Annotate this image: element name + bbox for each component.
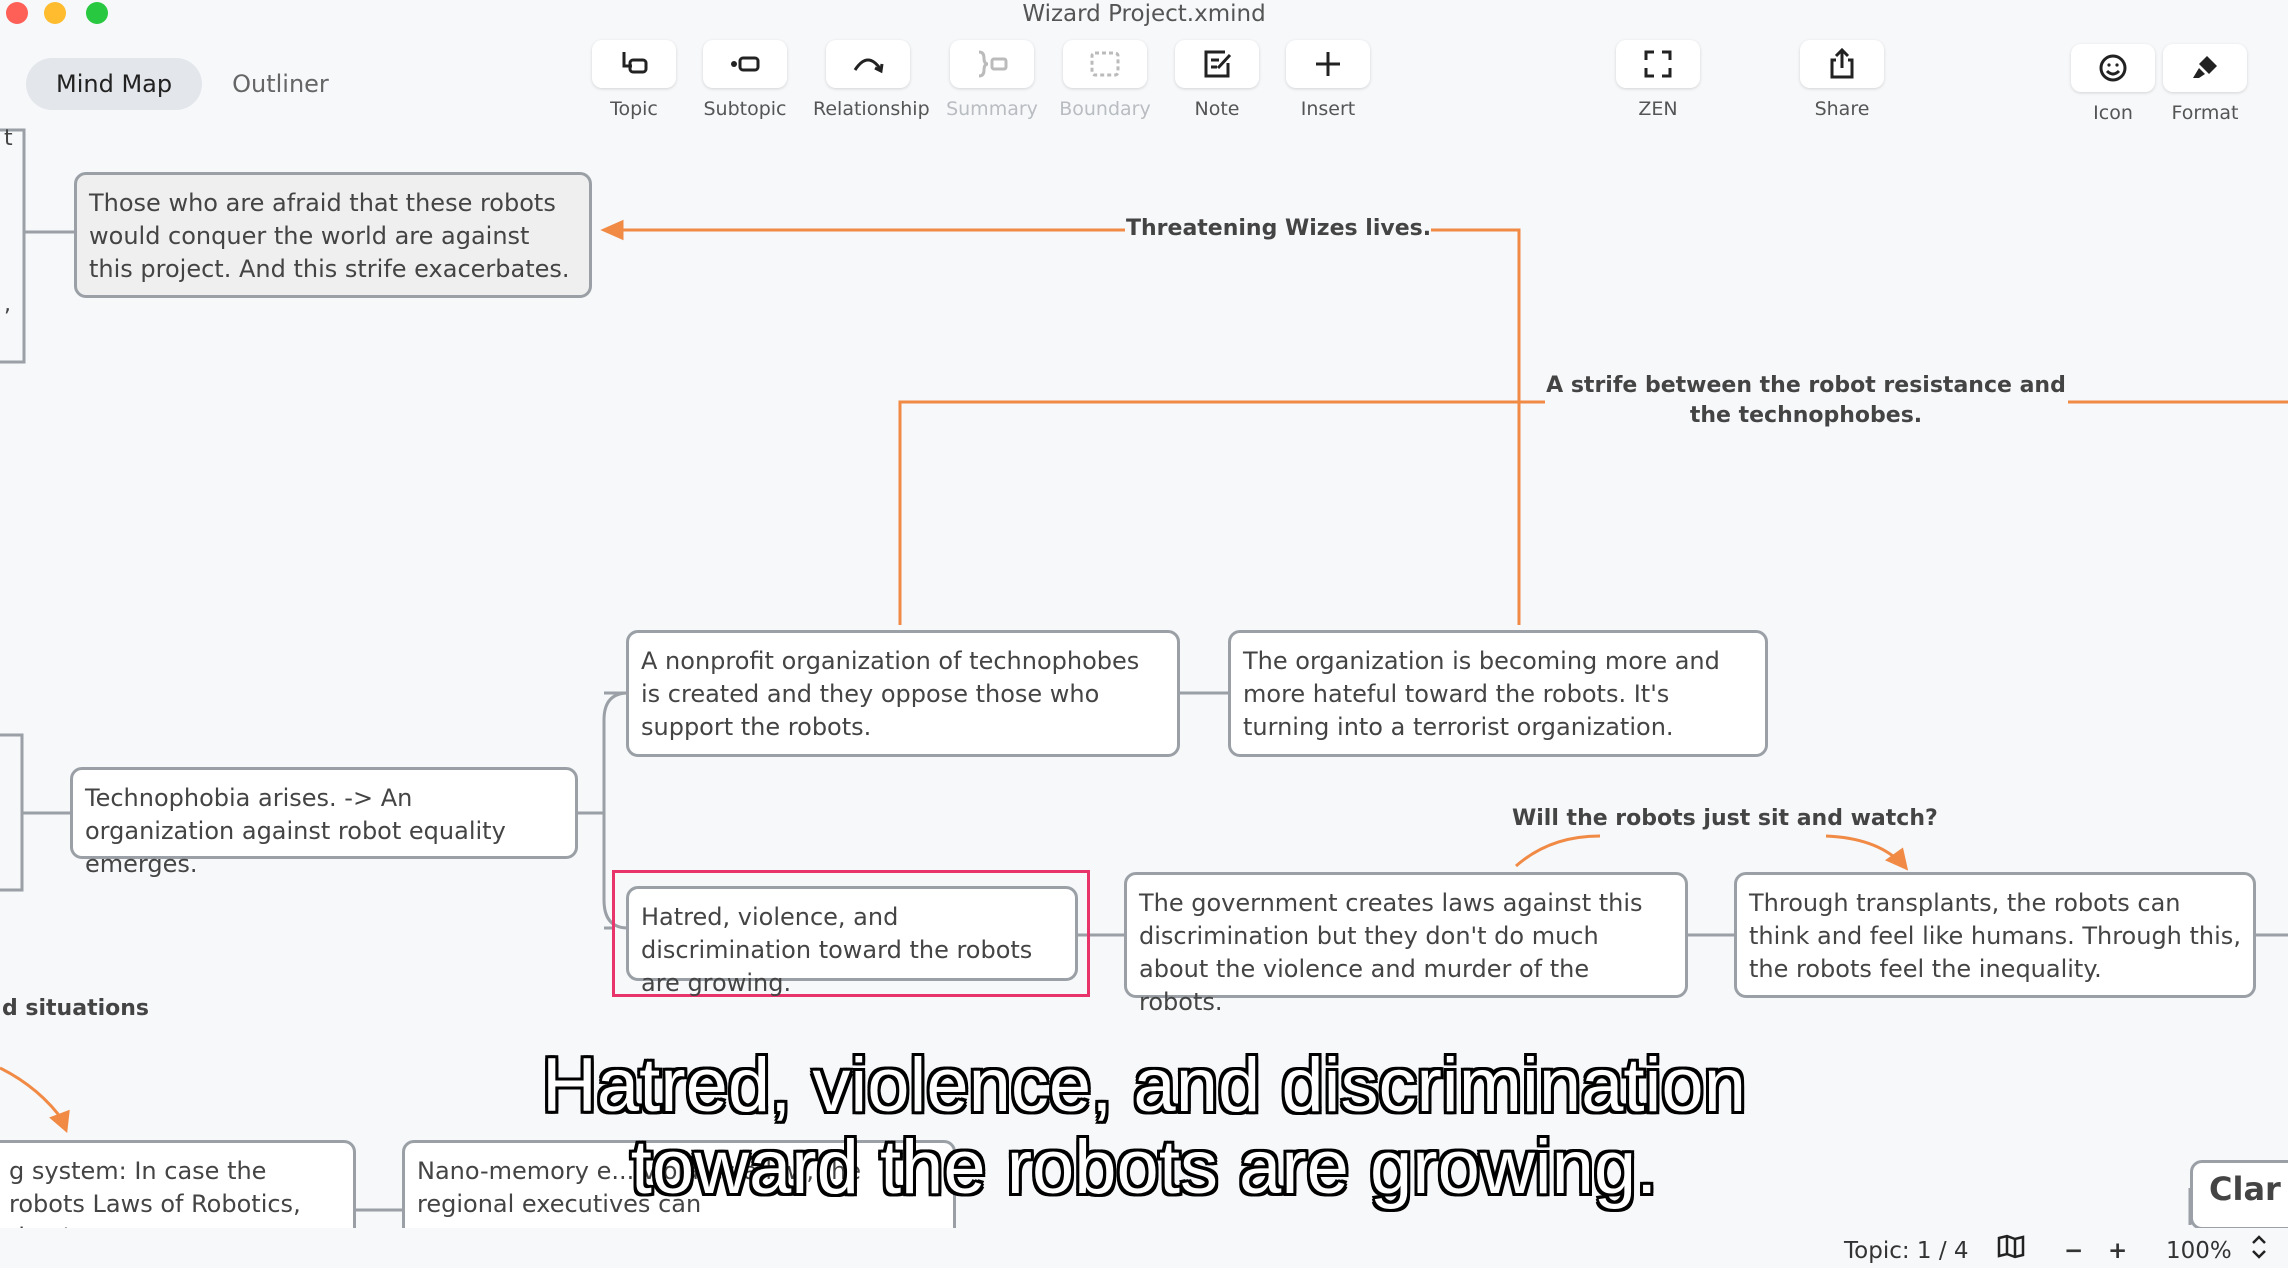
plus-icon — [1316, 52, 1340, 76]
topic-organization[interactable]: The organization is becoming more and mo… — [1228, 630, 1768, 757]
zoom-level[interactable]: 100% — [2166, 1238, 2232, 1264]
parent-branch-mid — [0, 733, 24, 892]
format-panel-button[interactable]: Format — [2150, 44, 2260, 124]
zen-button[interactable]: ZEN — [1603, 40, 1713, 120]
relationship-situations-label[interactable]: d situations — [2, 994, 149, 1024]
subtopic-icon — [731, 56, 760, 72]
edge-fragment-comma: , — [4, 292, 11, 317]
summary-icon — [978, 50, 1008, 78]
boundary-label: Boundary — [1059, 98, 1151, 120]
brush-icon — [2193, 56, 2217, 78]
zoom-stepper-icon[interactable] — [2250, 1232, 2268, 1268]
status-bar: Topic: 1 / 4 − + 100% — [0, 1228, 2288, 1265]
relationship-will-robots-line — [1515, 834, 1601, 868]
relationship-strife-line — [898, 400, 1545, 625]
topic-technophobia[interactable]: Technophobia arises. -> An organization … — [70, 767, 578, 878]
topic-transplants[interactable]: Through transplants, the robots can thin… — [1734, 872, 2256, 998]
fullscreen-icon — [1644, 50, 1672, 78]
topic-hatred[interactable]: Hatred, violence, and discrimination tow… — [626, 886, 1078, 997]
topic-button[interactable]: Topic — [579, 40, 689, 120]
subtitle-line-1: Hatred, violence, and discrimination — [542, 1043, 1746, 1128]
relationship-arrowhead-right — [1884, 847, 1909, 871]
zoom-in-button[interactable]: + — [2108, 1238, 2127, 1264]
relationship-will-robots-label[interactable]: Will the robots just sit and watch? — [1512, 804, 1938, 834]
share-button[interactable]: Share — [1787, 40, 1897, 120]
share-label: Share — [1814, 98, 1870, 120]
boundary-icon — [1090, 51, 1120, 77]
boundary-button[interactable]: Boundary — [1050, 40, 1160, 120]
note-label: Note — [1194, 98, 1240, 120]
subtitle-line-2: toward the robots are growing. — [630, 1125, 1658, 1210]
relationship-label: Relationship — [813, 98, 930, 120]
title-toolbar: Wizard Project.xmind Mind Map Outliner T… — [0, 0, 2288, 130]
subtopic-label: Subtopic — [703, 98, 787, 120]
relationship-icon — [853, 58, 884, 74]
edge-fragment-t: t — [4, 126, 13, 151]
tab-mind-map[interactable]: Mind Map — [26, 58, 203, 110]
relationship-threatening-label[interactable]: Threatening Wizes lives. — [1126, 214, 1432, 244]
relationship-button[interactable]: Relationship — [813, 40, 930, 120]
relationship-arrowhead-left — [600, 219, 624, 241]
zen-label: ZEN — [1638, 98, 1678, 120]
insert-label: Insert — [1300, 98, 1356, 120]
topic-icon — [622, 52, 648, 74]
topic-afraid[interactable]: Those who are afraid that these robots w… — [74, 172, 592, 298]
smiley-icon — [2099, 54, 2127, 82]
relationship-threatening-line — [1400, 228, 1521, 625]
map-view-icon[interactable] — [1996, 1234, 2026, 1266]
format-label: Format — [2171, 102, 2239, 124]
topic-nonprofit[interactable]: A nonprofit organization of technophobes… — [626, 630, 1180, 757]
relationship-will-robots-line-2 — [1825, 834, 1902, 864]
share-icon — [1830, 47, 1854, 79]
summary-button[interactable]: Summary — [937, 40, 1047, 120]
relationship-strife-label[interactable]: A strife between the robot resistance an… — [1546, 371, 2066, 431]
note-button[interactable]: Note — [1162, 40, 1272, 120]
topic-government[interactable]: The government creates laws against this… — [1124, 872, 1688, 1016]
insert-button[interactable]: Insert — [1273, 40, 1383, 120]
topic-count: Topic: 1 / 4 — [1844, 1238, 1969, 1264]
topic-label: Topic — [610, 98, 658, 120]
window-title: Wizard Project.xmind — [1022, 1, 1266, 27]
parent-branch-top — [0, 128, 26, 364]
note-icon — [1204, 50, 1232, 78]
subtopic-button[interactable]: Subtopic — [690, 40, 800, 120]
zoom-out-button[interactable]: − — [2064, 1238, 2083, 1264]
tab-outliner[interactable]: Outliner — [202, 58, 359, 110]
summary-label: Summary — [946, 98, 1038, 120]
view-switch: Mind Map Outliner — [26, 58, 359, 110]
